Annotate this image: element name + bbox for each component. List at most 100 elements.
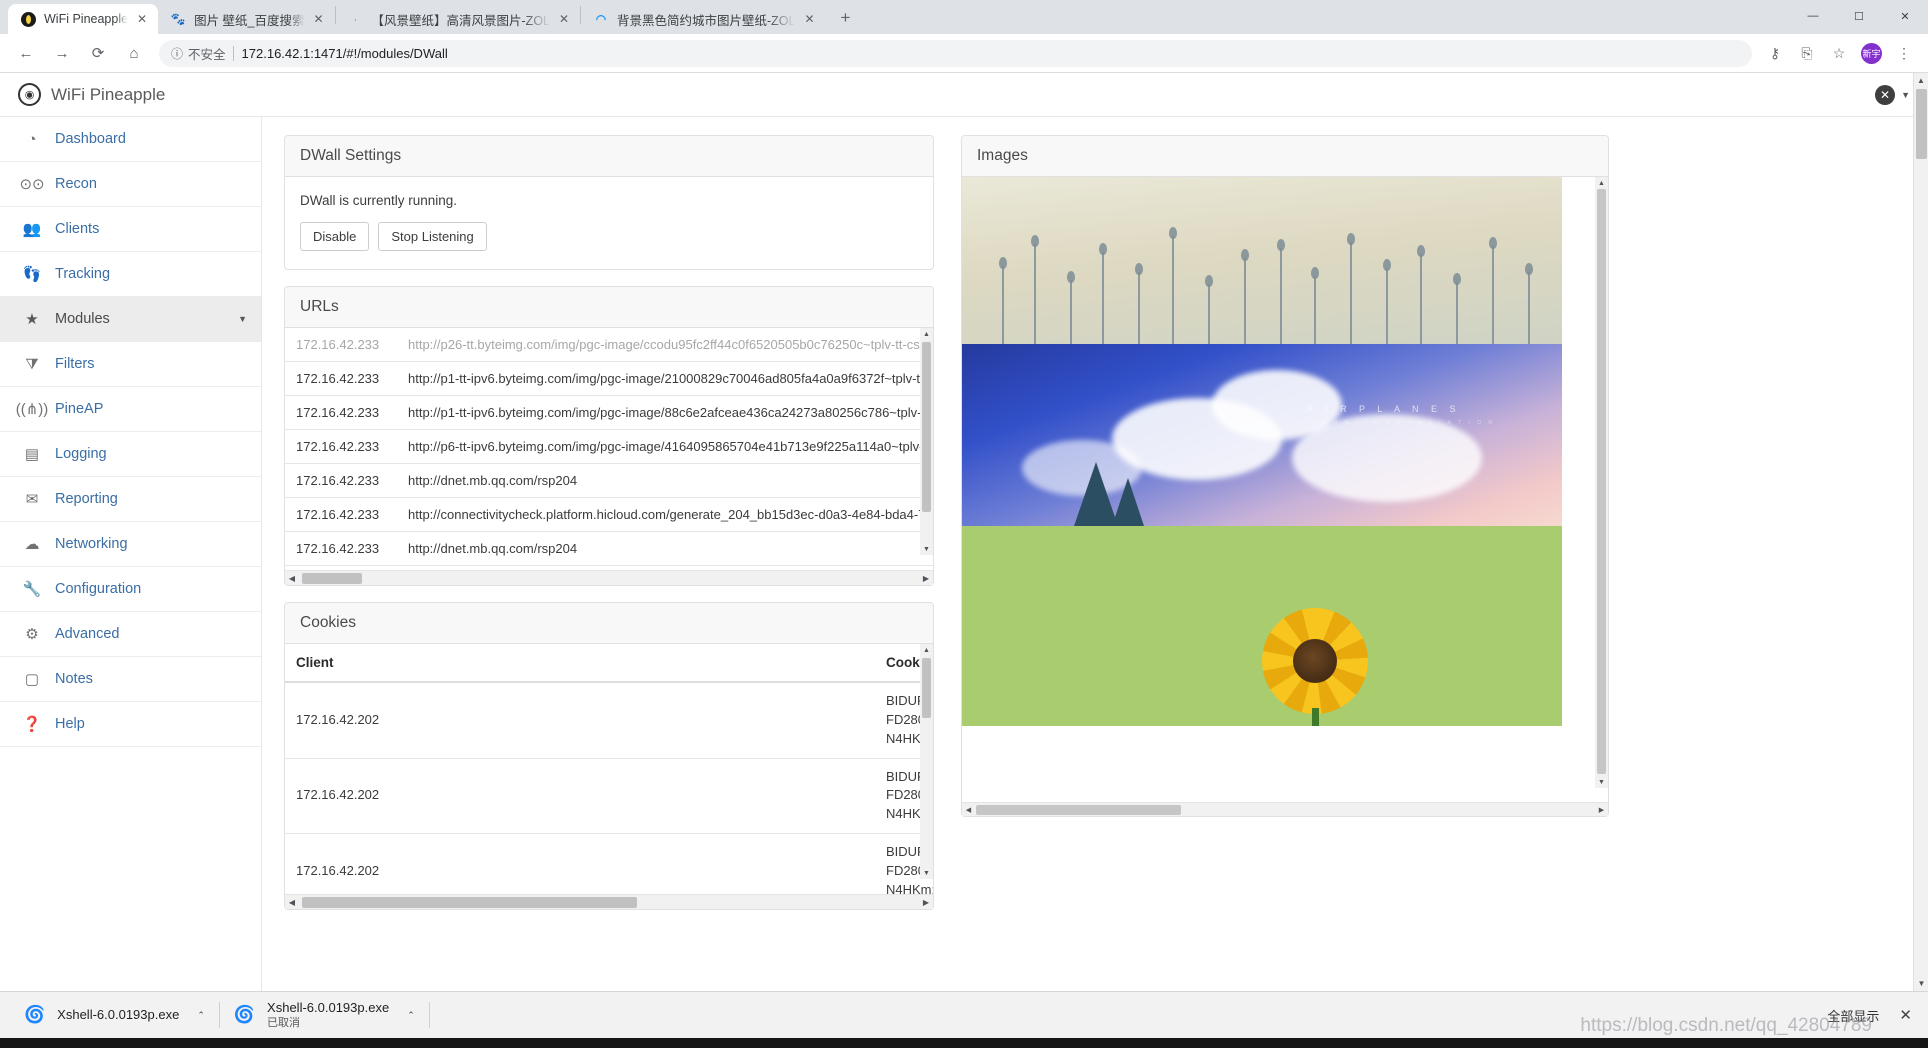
tab-close-icon[interactable]: ✕ (134, 11, 150, 27)
download-status: 已取消 (267, 1016, 301, 1029)
table-row[interactable]: 172.16.42.233 http://dnet.mb.qq.com/rsp2… (285, 463, 933, 498)
sidebar-item-advanced[interactable]: ⚙ Advanced (0, 612, 261, 657)
menu-kebab-icon[interactable]: ⋮ (1890, 39, 1918, 67)
sidebar: ◔ Dashboard ⊙⊙ Recon 👥 Clients 👣 Trackin… (0, 117, 262, 991)
download-item[interactable]: 🌀 Xshell-6.0.0193p.exe 已取消 ⌃ (220, 995, 429, 1035)
cookies-vertical-scrollbar[interactable]: ▲ ▼ (920, 644, 933, 879)
chevron-up-icon[interactable]: ⌃ (407, 1010, 415, 1021)
table-row[interactable]: 172.16.42.233 http://p6-tt-ipv6.byteimg.… (285, 429, 933, 464)
sidebar-item-filters[interactable]: ⧩ Filters (0, 342, 261, 387)
tab-close-icon[interactable]: ✕ (311, 11, 327, 27)
scroll-down-icon[interactable]: ▼ (920, 867, 933, 879)
urls-vertical-scrollbar[interactable]: ▲ ▼ (920, 328, 933, 555)
close-window-button[interactable]: ✕ (1882, 0, 1928, 32)
captured-image-airplanes[interactable]: A I R P L A N E S F R O N T I E R O F A … (962, 344, 1562, 526)
sidebar-item-label: Advanced (55, 626, 120, 642)
maximize-button[interactable]: ☐ (1836, 0, 1882, 32)
close-session-icon[interactable]: ✕ (1875, 84, 1896, 105)
sidebar-item-help[interactable]: ❓ Help (0, 702, 261, 747)
downloads-bar: 🌀 Xshell-6.0.0193p.exe ⌃ 🌀 Xshell-6.0.01… (0, 991, 1928, 1038)
scroll-left-icon[interactable]: ◀ (285, 898, 299, 907)
urls-horizontal-scrollbar[interactable]: ◀ ▶ (285, 570, 933, 585)
table-row[interactable]: 172.16.42.233 http://connectivitycheck.p… (285, 497, 933, 532)
scrollbar-thumb[interactable] (976, 805, 1181, 815)
scroll-up-icon[interactable]: ▲ (920, 328, 933, 340)
info-circle-icon[interactable]: ⓘ (171, 45, 183, 62)
address-bar[interactable]: ⓘ 不安全 172.16.42.1:1471/#!/modules/DWall (159, 39, 1752, 67)
sidebar-item-dashboard[interactable]: ◔ Dashboard (0, 117, 261, 162)
table-row[interactable]: 172.16.42.202 BIDUPSID=85B6C8B99D225EEA8… (285, 682, 933, 759)
minimize-button[interactable]: — (1790, 0, 1836, 32)
captured-image-sunflower[interactable] (962, 526, 1562, 726)
new-tab-button[interactable]: + (831, 4, 859, 32)
page-vertical-scrollbar[interactable]: ▲ ▼ (1913, 73, 1928, 991)
key-icon[interactable]: ⚷ (1761, 39, 1789, 67)
scroll-up-icon[interactable]: ▲ (1595, 177, 1608, 189)
scroll-left-icon[interactable]: ◀ (285, 574, 299, 583)
cookies-table-scroll[interactable]: Client Cookie 172.16.42.202 BIDUPSID=85B… (285, 644, 933, 894)
images-horizontal-scrollbar[interactable]: ◀ ▶ (962, 802, 1608, 816)
sidebar-item-modules[interactable]: ★ Modules ▼ (0, 297, 261, 342)
sidebar-item-clients[interactable]: 👥 Clients (0, 207, 261, 252)
scroll-down-icon[interactable]: ▼ (1595, 776, 1608, 788)
table-row[interactable]: 172.16.42.233 http://p26-tt.byteimg.com/… (285, 328, 933, 362)
scrollbar-thumb[interactable] (922, 658, 931, 718)
scroll-right-icon[interactable]: ▶ (919, 898, 933, 907)
home-icon[interactable]: ⌂ (119, 38, 149, 68)
scroll-right-icon[interactable]: ▶ (919, 574, 933, 583)
panel-title: Cookies (285, 603, 933, 644)
browser-tab-zol-landscape[interactable]: · 【风景壁纸】高清风景图片-ZOL ✕ (336, 4, 580, 34)
show-all-downloads-button[interactable]: 全部显示 (1827, 1006, 1879, 1025)
tab-close-icon[interactable]: ✕ (801, 11, 817, 27)
scrollbar-thumb[interactable] (1597, 189, 1606, 774)
table-row[interactable]: 172.16.42.233 http://p1-tt-ipv6.byteimg.… (285, 395, 933, 430)
images-stage[interactable]: A I R P L A N E S F R O N T I E R O F A … (962, 177, 1608, 802)
sidebar-item-recon[interactable]: ⊙⊙ Recon (0, 162, 261, 207)
table-row[interactable]: 172.16.42.202 BIDUPSID=85B6C8B99D225EEA8… (285, 758, 933, 835)
stop-listening-button[interactable]: Stop Listening (378, 222, 487, 251)
chevron-down-icon[interactable]: ▼ (238, 314, 247, 324)
captured-image-thistles[interactable] (962, 177, 1562, 344)
scroll-up-icon[interactable]: ▲ (920, 644, 933, 656)
scroll-left-icon[interactable]: ◀ (962, 803, 975, 817)
sidebar-item-pineap[interactable]: ((⋔)) PineAP (0, 387, 261, 432)
sidebar-item-notes[interactable]: ▢ Notes (0, 657, 261, 702)
urls-table-scroll[interactable]: 172.16.42.233 http://p26-tt.byteimg.com/… (285, 328, 933, 570)
avatar[interactable]: 新宇 (1861, 42, 1882, 64)
bookmark-star-icon[interactable]: ☆ (1825, 39, 1853, 67)
reload-icon[interactable]: ⟳ (83, 38, 113, 68)
sidebar-item-configuration[interactable]: 🔧 Configuration (0, 567, 261, 612)
scroll-right-icon[interactable]: ▶ (1595, 803, 1608, 817)
close-downloads-bar-icon[interactable]: ✕ (1899, 1006, 1912, 1024)
sidebar-item-reporting[interactable]: ✉ Reporting (0, 477, 261, 522)
disable-button[interactable]: Disable (300, 222, 370, 251)
download-item[interactable]: 🌀 Xshell-6.0.0193p.exe ⌃ (10, 995, 219, 1035)
wrench-icon: 🔧 (22, 581, 42, 598)
scroll-up-icon[interactable]: ▲ (1914, 73, 1928, 88)
scrollbar-thumb[interactable] (1916, 89, 1927, 159)
chevron-down-icon[interactable]: ▼ (1901, 90, 1910, 100)
table-row[interactable]: 172.16.42.233 http://dnet.mb.qq.com/rsp2… (285, 531, 933, 566)
table-row[interactable]: 172.16.42.202 BIDUPSID=85B6C8B99D225EEA8… (285, 833, 933, 894)
back-icon[interactable]: ← (11, 38, 41, 68)
scrollbar-thumb[interactable] (922, 342, 931, 512)
forward-icon[interactable]: → (47, 38, 77, 68)
sidebar-item-tracking[interactable]: 👣 Tracking (0, 252, 261, 297)
url-value: http://p1-tt-ipv6.byteimg.com/img/pgc-im… (397, 361, 933, 396)
scrollbar-thumb[interactable] (302, 896, 637, 908)
chevron-up-icon[interactable]: ⌃ (197, 1010, 205, 1021)
sidebar-item-logging[interactable]: ▤ Logging (0, 432, 261, 477)
table-row[interactable]: 172.16.42.233 http://p1-tt-ipv6.byteimg.… (285, 361, 933, 396)
images-vertical-scrollbar[interactable]: ▲ ▼ (1595, 177, 1608, 788)
translate-icon[interactable]: ⎘ (1793, 39, 1821, 67)
tab-close-icon[interactable]: ✕ (556, 11, 572, 27)
scroll-down-icon[interactable]: ▼ (1914, 976, 1928, 991)
browser-tabstrip: WiFi Pineapple ✕ 🐾 图片 壁纸_百度搜索 ✕ · 【风景壁纸】… (0, 0, 1928, 34)
cookies-horizontal-scrollbar[interactable]: ◀ ▶ (285, 894, 933, 909)
browser-tab-wifi-pineapple[interactable]: WiFi Pineapple ✕ (8, 4, 159, 34)
scrollbar-thumb[interactable] (302, 572, 362, 584)
sidebar-item-networking[interactable]: ☁ Networking (0, 522, 261, 567)
browser-tab-baidu-images[interactable]: 🐾 图片 壁纸_百度搜索 ✕ (158, 4, 334, 34)
scroll-down-icon[interactable]: ▼ (920, 543, 933, 555)
browser-tab-zol-city[interactable]: ◠ 背景黑色简约城市图片壁纸-ZOL ✕ (581, 4, 825, 34)
